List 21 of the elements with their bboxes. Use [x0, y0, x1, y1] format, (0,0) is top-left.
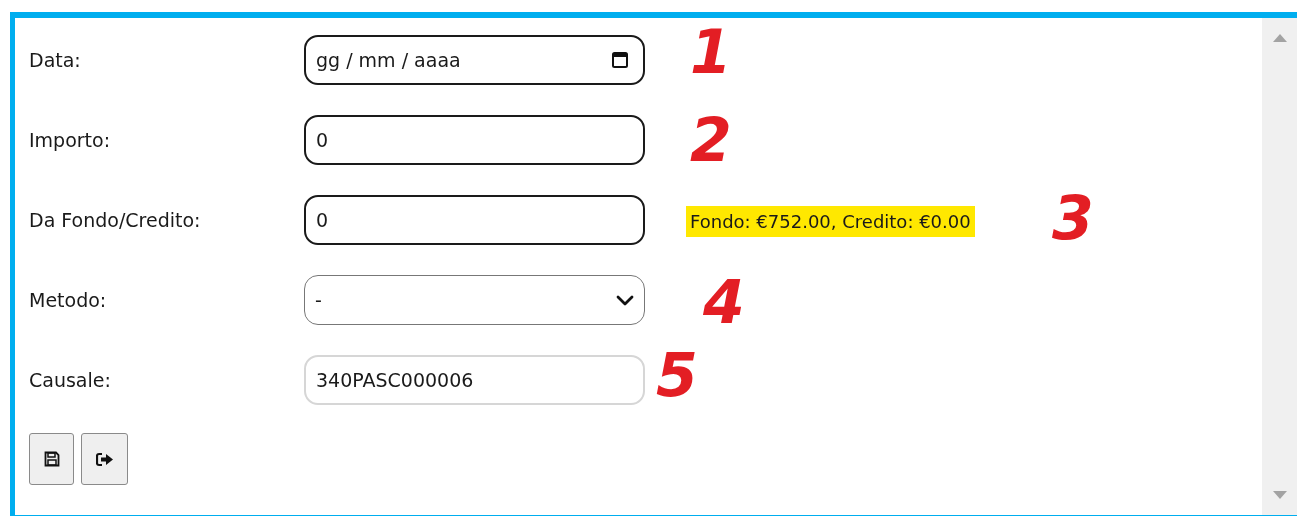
field-label: Causale: [29, 367, 112, 393]
exit-button[interactable] [81, 433, 128, 485]
input-field[interactable]: 0 [304, 195, 645, 245]
dropdown[interactable]: - [304, 275, 645, 325]
calendar-icon[interactable] [612, 51, 628, 68]
chevron-down-icon [616, 294, 634, 306]
annotation-number: 1 [690, 22, 732, 82]
balance-note: Fondo: €752.00, Credito: €0.00 [686, 205, 975, 237]
exit-arrow-icon [95, 451, 114, 467]
annotation-number: 2 [690, 110, 732, 170]
annotation-number: 5 [656, 345, 698, 405]
field-label: Da Fondo/Credito: [29, 207, 202, 233]
save-button[interactable] [29, 433, 74, 485]
annotation-number: 3 [1052, 188, 1094, 248]
date-field[interactable]: gg / mm / aaaa [304, 35, 645, 85]
field-label: Metodo: [29, 287, 108, 313]
input-field[interactable]: 340PASC000006 [304, 355, 645, 405]
annotation-number: 4 [703, 272, 745, 332]
field-label: Importo: [29, 127, 112, 153]
input-field[interactable]: 0 [304, 115, 645, 165]
field-label: Data: [29, 47, 82, 73]
